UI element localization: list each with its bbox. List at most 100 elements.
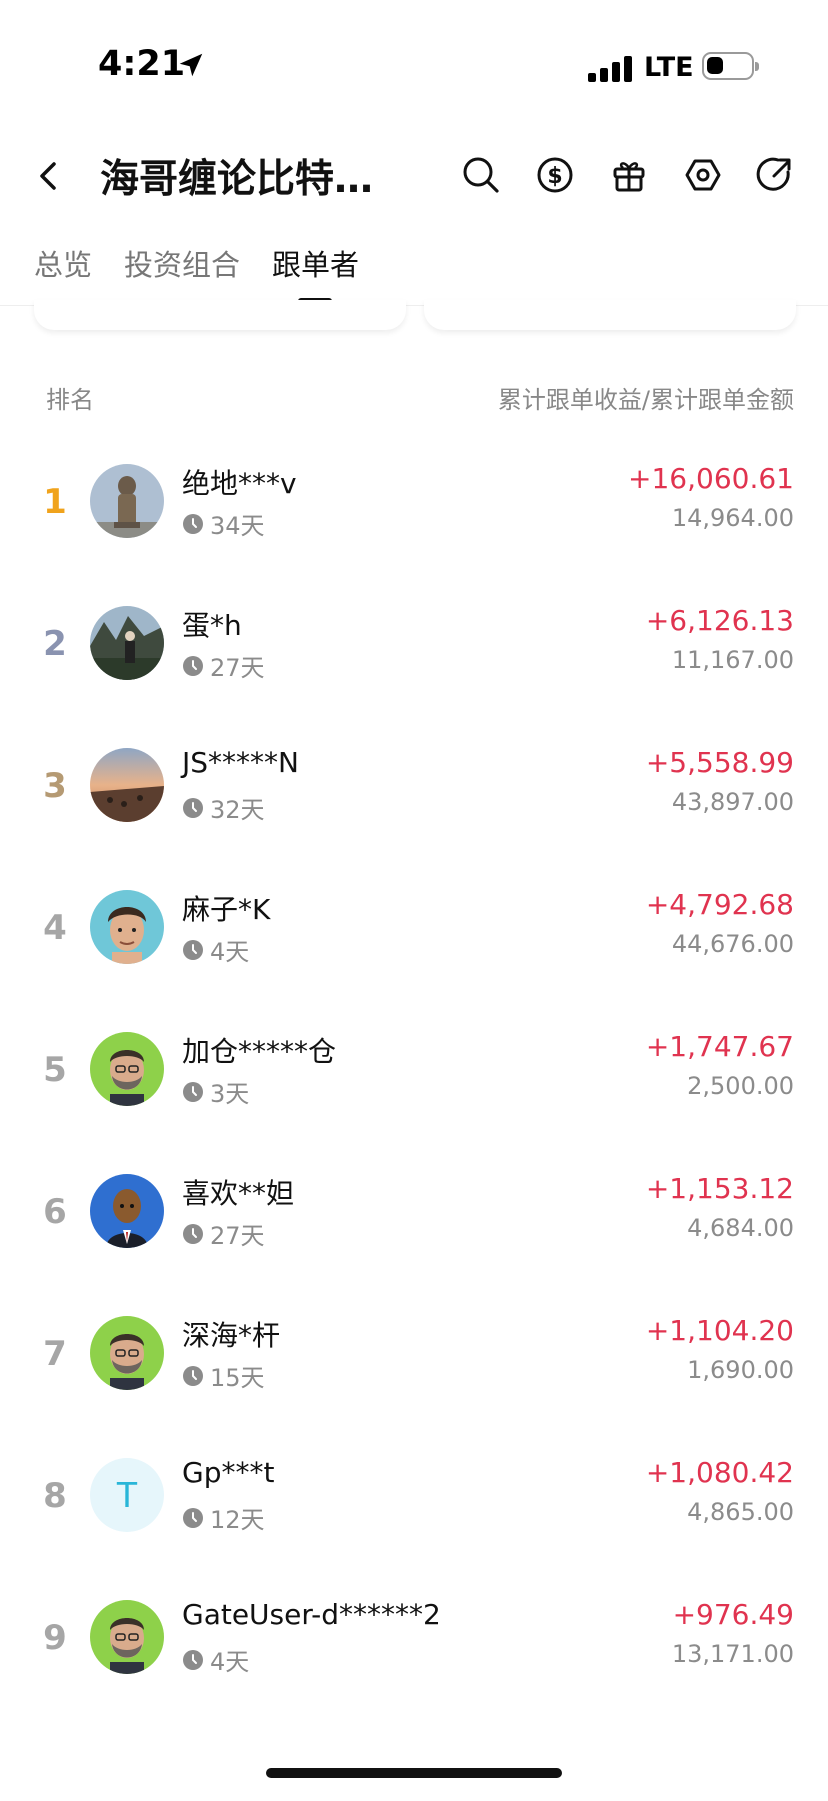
rank-number: 9 bbox=[43, 1618, 67, 1658]
gift-icon[interactable] bbox=[606, 152, 652, 198]
follow-days: 27天 bbox=[210, 1222, 265, 1250]
avatar[interactable] bbox=[90, 606, 164, 680]
follower-name: Gp***t bbox=[182, 1456, 275, 1489]
list-item[interactable]: 6 喜欢**妲 27天 +1,153.12 4,684.00 bbox=[0, 1156, 828, 1298]
cumulative-profit: +5,558.99 bbox=[645, 746, 794, 779]
avatar[interactable] bbox=[90, 1316, 164, 1390]
cumulative-profit: +16,060.61 bbox=[628, 462, 794, 495]
list-item[interactable]: 3 JS*****N 32天 +5,558.99 43,897.00 bbox=[0, 730, 828, 872]
status-time: 4:21 bbox=[98, 44, 186, 84]
cumulative-amount: 44,676.00 bbox=[671, 930, 794, 958]
follow-duration: 15天 bbox=[182, 1358, 265, 1393]
status-bar: 4:21 LTE bbox=[0, 0, 828, 120]
rank-number: 4 bbox=[43, 908, 67, 948]
follow-duration: 27天 bbox=[182, 1216, 265, 1251]
location-arrow-icon bbox=[179, 53, 203, 77]
list-item[interactable]: 1 绝地***v 34天 +16,060.61 14,964.00 bbox=[0, 446, 828, 588]
clock-icon bbox=[183, 513, 203, 534]
clock-icon bbox=[183, 1365, 203, 1386]
rank-number: 5 bbox=[43, 1050, 67, 1090]
follower-name: 深海*杆 bbox=[182, 1319, 281, 1352]
follower-name: 麻子*K bbox=[182, 893, 271, 926]
avatar[interactable] bbox=[90, 1600, 164, 1674]
avatar[interactable] bbox=[90, 1032, 164, 1106]
follow-days: 12天 bbox=[210, 1506, 265, 1534]
follower-name: JS*****N bbox=[182, 746, 299, 779]
earnings-column-header: 累计跟单收益/累计跟单金额 bbox=[497, 386, 794, 414]
cumulative-amount: 11,167.00 bbox=[671, 646, 794, 674]
rank-number: 1 bbox=[43, 482, 67, 522]
list-item[interactable]: 8 T Gp***t 12天 +1,080.42 4,865.00 bbox=[0, 1440, 828, 1582]
search-icon[interactable] bbox=[458, 152, 504, 198]
cumulative-amount: 4,684.00 bbox=[687, 1214, 794, 1242]
follow-duration: 12天 bbox=[182, 1500, 265, 1535]
tab-overview[interactable]: 总览 bbox=[34, 242, 92, 284]
tab-followers[interactable]: 跟单者 bbox=[272, 242, 359, 284]
cumulative-profit: +1,747.67 bbox=[645, 1030, 794, 1063]
page-title: 海哥缠论比特… bbox=[100, 157, 374, 202]
follow-duration: 32天 bbox=[182, 790, 265, 825]
list-item[interactable]: 7 深海*杆 15天 +1,104.20 1,690.00 bbox=[0, 1298, 828, 1440]
follower-name: 加仓*****仓 bbox=[182, 1035, 337, 1068]
network-type: LTE bbox=[644, 52, 694, 83]
letter-avatar[interactable]: T bbox=[90, 1458, 164, 1532]
avatar[interactable] bbox=[90, 1174, 164, 1248]
clock-icon bbox=[183, 797, 203, 818]
clock-icon bbox=[183, 1223, 203, 1244]
cumulative-amount: 4,865.00 bbox=[687, 1498, 794, 1526]
cumulative-profit: +1,104.20 bbox=[645, 1314, 794, 1347]
avatar[interactable] bbox=[90, 464, 164, 538]
clock-icon bbox=[183, 939, 203, 960]
follower-name: 绝地***v bbox=[182, 467, 297, 500]
home-indicator[interactable] bbox=[266, 1768, 562, 1778]
cumulative-profit: +1,080.42 bbox=[645, 1456, 794, 1489]
follow-days: 32天 bbox=[210, 796, 265, 824]
follow-duration: 27天 bbox=[182, 648, 265, 683]
rank-column-header: 排名 bbox=[46, 386, 94, 414]
follow-days: 4天 bbox=[210, 1648, 250, 1676]
follower-name: 喜欢**妲 bbox=[182, 1177, 295, 1210]
follow-days: 4天 bbox=[210, 938, 250, 966]
card-stub-right bbox=[424, 300, 796, 330]
clock-icon bbox=[183, 1507, 203, 1528]
clock-icon bbox=[183, 655, 203, 676]
list-item[interactable]: 4 麻子*K 4天 +4,792.68 44,676.00 bbox=[0, 872, 828, 1014]
cumulative-amount: 1,690.00 bbox=[687, 1356, 794, 1384]
cumulative-amount: 2,500.00 bbox=[687, 1072, 794, 1100]
follow-days: 15天 bbox=[210, 1364, 265, 1392]
signal-strength-icon bbox=[588, 56, 632, 82]
cumulative-amount: 43,897.00 bbox=[671, 788, 794, 816]
follow-duration: 4天 bbox=[182, 1642, 249, 1677]
list-item[interactable]: 9 GateUser-d******2 4天 +976.49 13,171.00 bbox=[0, 1582, 828, 1724]
rank-number: 7 bbox=[43, 1334, 67, 1374]
card-stub-left bbox=[34, 300, 406, 330]
back-icon[interactable] bbox=[32, 156, 66, 196]
svg-text:$: $ bbox=[547, 164, 562, 189]
cumulative-amount: 13,171.00 bbox=[671, 1640, 794, 1668]
avatar[interactable] bbox=[90, 748, 164, 822]
rank-number: 8 bbox=[43, 1476, 67, 1516]
page-header: 海哥缠论比特… $ bbox=[0, 130, 828, 220]
cumulative-profit: +1,153.12 bbox=[645, 1172, 794, 1205]
avatar[interactable] bbox=[90, 890, 164, 964]
cumulative-amount: 14,964.00 bbox=[671, 504, 794, 532]
settings-icon[interactable] bbox=[680, 152, 726, 198]
follow-duration: 34天 bbox=[182, 506, 265, 541]
rank-number: 6 bbox=[43, 1192, 67, 1232]
list-item[interactable]: 2 蛋*h 27天 +6,126.13 11,167.00 bbox=[0, 588, 828, 730]
share-icon[interactable] bbox=[752, 152, 798, 198]
follow-days: 27天 bbox=[210, 654, 265, 682]
follow-days: 3天 bbox=[210, 1080, 250, 1108]
tab-bar: 总览 投资组合 跟单者 bbox=[0, 236, 828, 306]
clock-icon bbox=[183, 1649, 203, 1670]
rank-number: 3 bbox=[43, 766, 67, 806]
list-item[interactable]: 5 加仓*****仓 3天 +1,747.67 2,500.00 bbox=[0, 1014, 828, 1156]
avatar-letter: T bbox=[116, 1474, 138, 1515]
cumulative-profit: +4,792.68 bbox=[645, 888, 794, 921]
follower-name: GateUser-d******2 bbox=[182, 1598, 441, 1631]
cumulative-profit: +976.49 bbox=[672, 1598, 794, 1631]
tab-portfolio[interactable]: 投资组合 bbox=[124, 242, 240, 284]
follow-duration: 4天 bbox=[182, 932, 249, 967]
dollar-icon[interactable]: $ bbox=[532, 152, 578, 198]
cumulative-profit: +6,126.13 bbox=[645, 604, 794, 637]
